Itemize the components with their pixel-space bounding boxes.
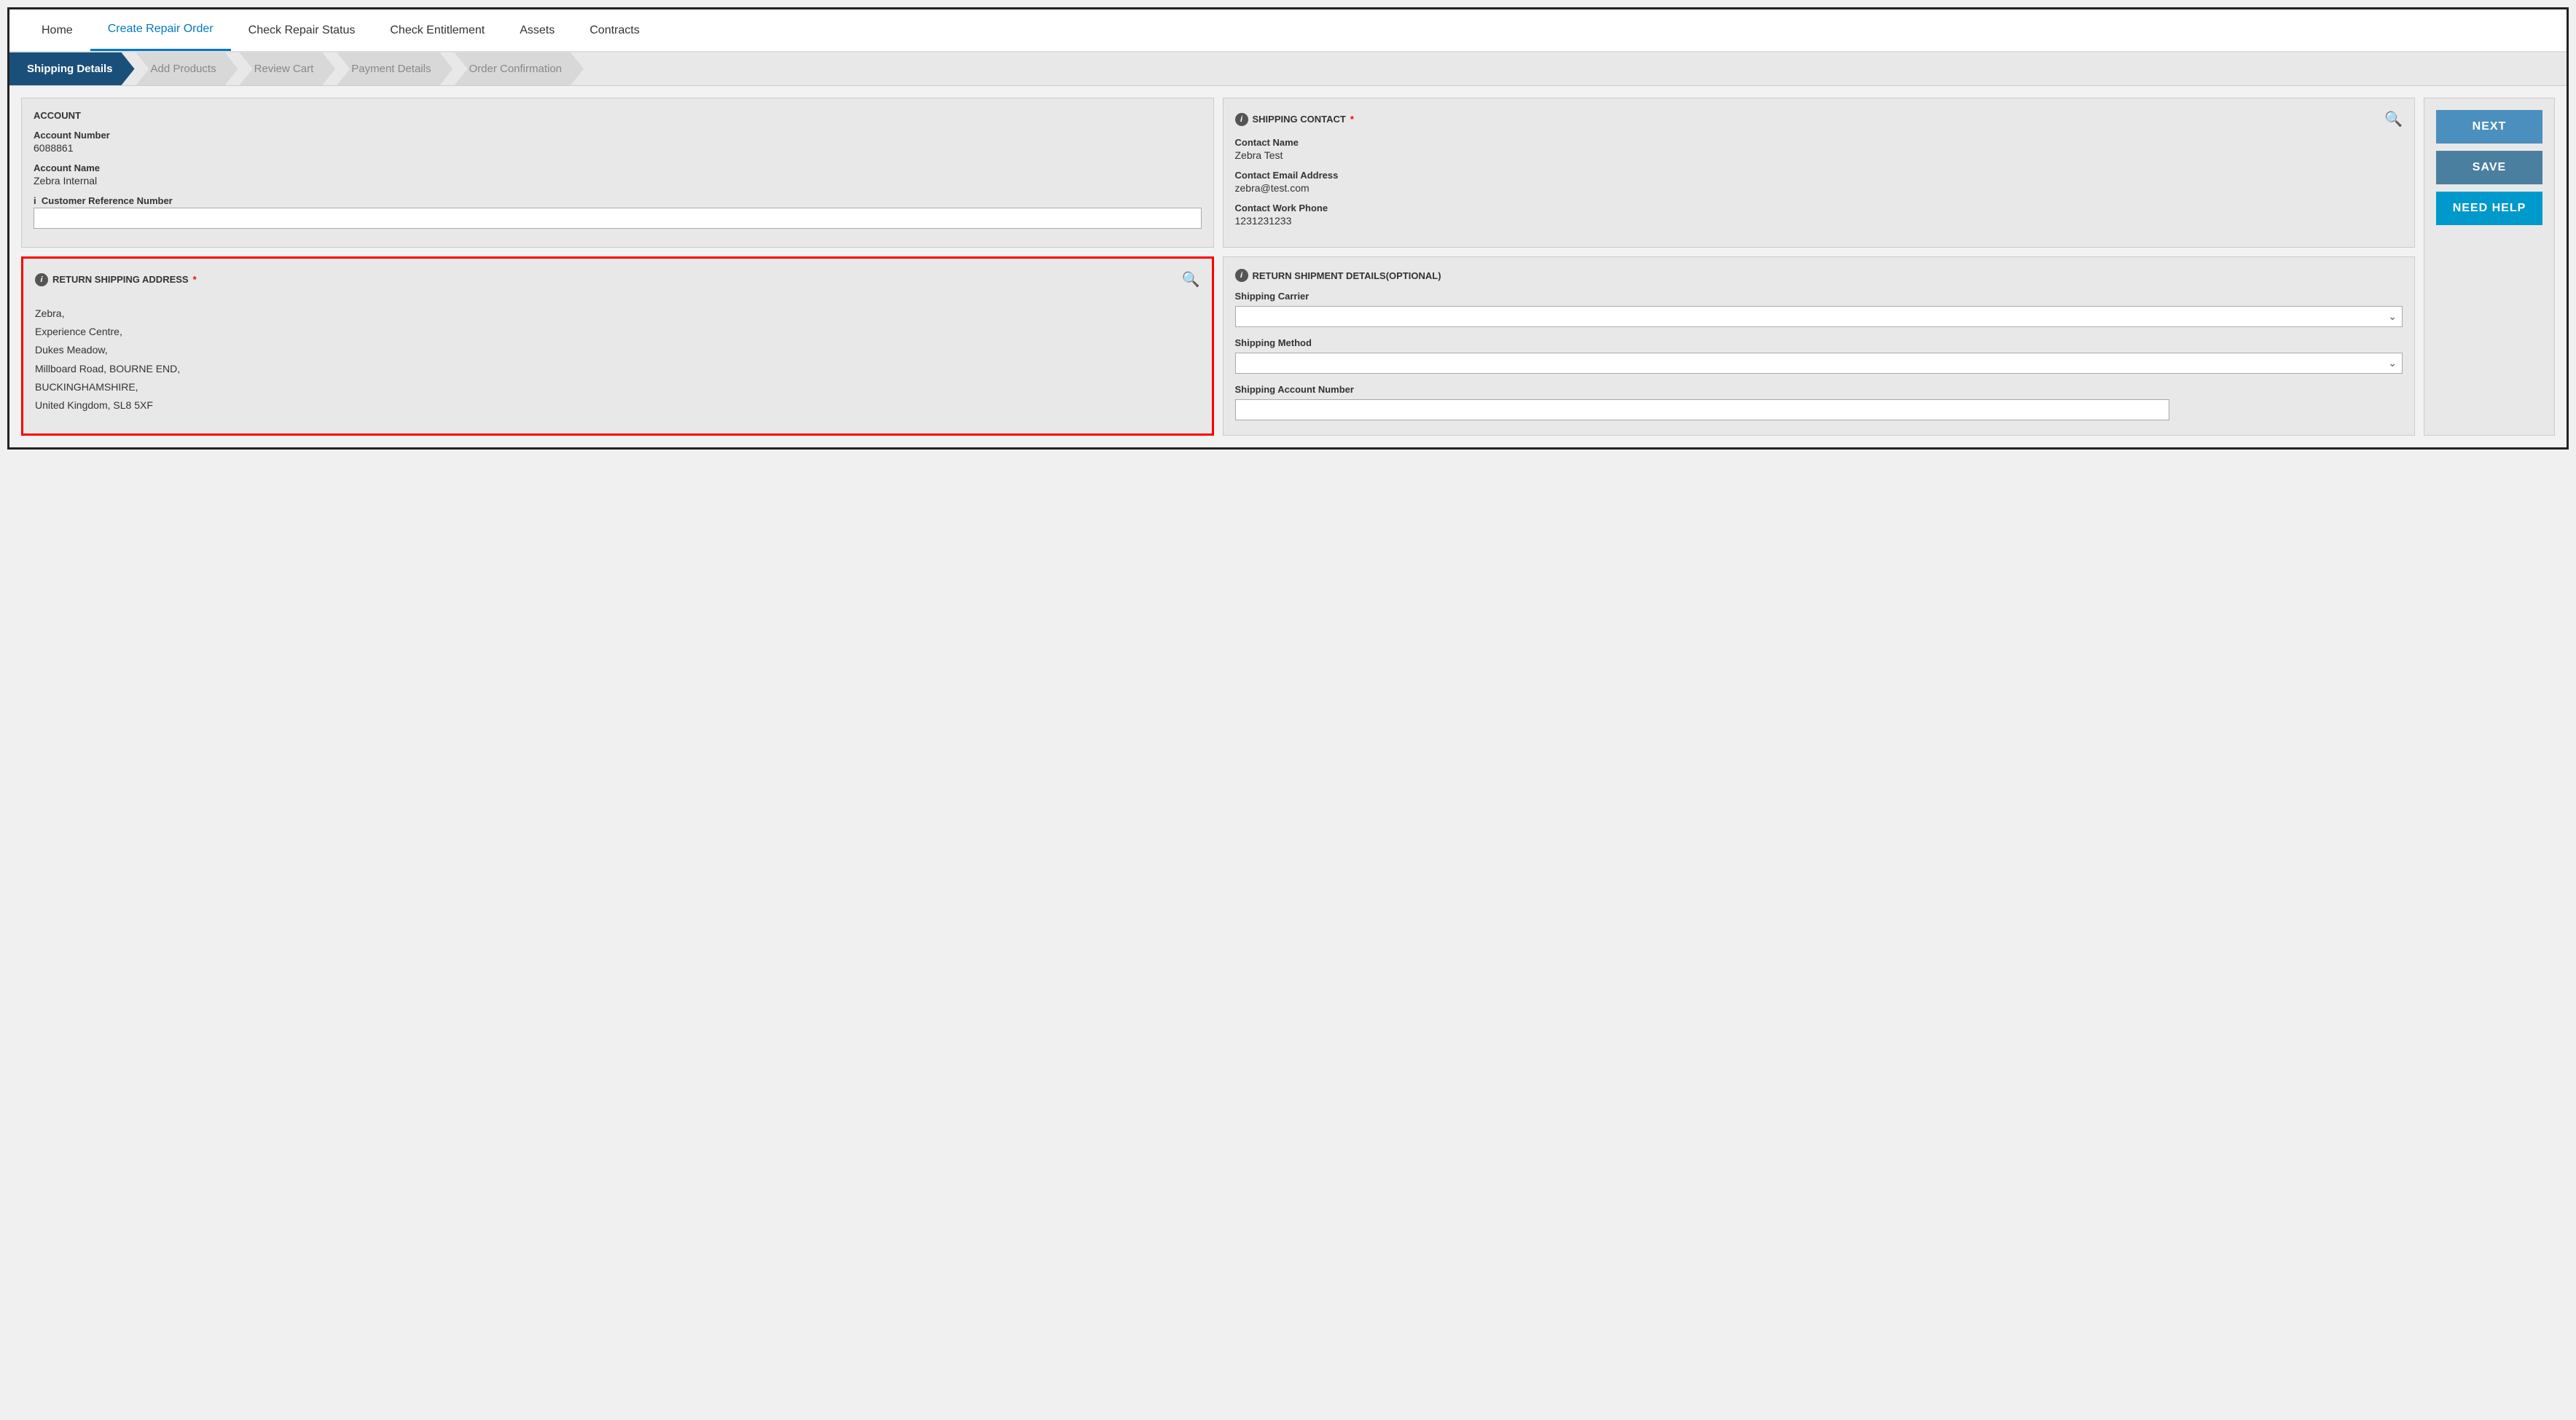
shipping-carrier-wrapper: ⌄ bbox=[1235, 306, 2403, 327]
info-icon-shipping: i bbox=[1235, 113, 1248, 126]
customer-ref-input[interactable] bbox=[34, 208, 1202, 229]
account-name-value: Zebra Internal bbox=[34, 175, 1202, 187]
nav-check-entitlement[interactable]: Check Entitlement bbox=[372, 11, 502, 50]
shipping-contact-card: i SHIPPING CONTACT * 🔍 Contact Name Zebr… bbox=[1223, 98, 2416, 248]
address-line-1: Zebra, bbox=[35, 307, 64, 319]
wizard-step-review-cart[interactable]: Review Cart bbox=[240, 52, 336, 85]
return-address-title: i RETURN SHIPPING ADDRESS * 🔍 bbox=[35, 270, 1200, 289]
account-name-label: Account Name bbox=[34, 162, 1202, 173]
address-line-3: Dukes Meadow, bbox=[35, 344, 108, 356]
carrier-label: Shipping Carrier bbox=[1235, 291, 2403, 302]
account-card-title: ACCOUNT bbox=[34, 110, 1202, 121]
address-line-2: Experience Centre, bbox=[35, 326, 122, 337]
shipping-method-select[interactable] bbox=[1235, 353, 2403, 374]
search-icon-contact[interactable]: 🔍 bbox=[2384, 110, 2403, 128]
contact-name-label: Contact Name bbox=[1235, 137, 2403, 148]
wizard-step-add-products[interactable]: Add Products bbox=[136, 52, 238, 85]
account-number-label: Account Number bbox=[34, 130, 1202, 141]
contact-phone-value: 1231231233 bbox=[1235, 215, 2403, 227]
info-icon: i bbox=[34, 195, 36, 206]
wizard-step-order-confirmation[interactable]: Order Confirmation bbox=[454, 52, 584, 85]
main-content: ACCOUNT Account Number 6088861 Account N… bbox=[9, 86, 2567, 447]
shipping-carrier-select[interactable] bbox=[1235, 306, 2403, 327]
address-line-6: United Kingdom, SL8 5XF bbox=[35, 399, 153, 411]
shipping-account-input[interactable] bbox=[1235, 399, 2169, 420]
nav-check-repair-status[interactable]: Check Repair Status bbox=[231, 11, 373, 50]
save-button[interactable]: SAVE bbox=[2436, 151, 2542, 184]
wizard-bar: Shipping Details Add Products Review Car… bbox=[9, 52, 2567, 86]
nav-assets[interactable]: Assets bbox=[502, 11, 572, 50]
return-shipment-title: i RETURN SHIPMENT DETAILS(OPTIONAL) bbox=[1235, 269, 2403, 282]
contact-name-value: Zebra Test bbox=[1235, 149, 2403, 161]
shipping-method-wrapper: ⌄ bbox=[1235, 353, 2403, 374]
contact-email-label: Contact Email Address bbox=[1235, 170, 2403, 181]
wizard-step-shipping-details[interactable]: Shipping Details bbox=[9, 52, 135, 85]
top-nav: Home Create Repair Order Check Repair St… bbox=[9, 9, 2567, 52]
return-address-card: i RETURN SHIPPING ADDRESS * 🔍 Zebra, Exp… bbox=[21, 256, 1214, 436]
return-shipment-card: i RETURN SHIPMENT DETAILS(OPTIONAL) Ship… bbox=[1223, 256, 2416, 436]
address-line-4: Millboard Road, BOURNE END, bbox=[35, 363, 180, 374]
need-help-button[interactable]: NEED HELP bbox=[2436, 192, 2542, 225]
shipping-contact-title: i SHIPPING CONTACT * 🔍 bbox=[1235, 110, 2403, 128]
nav-contracts[interactable]: Contracts bbox=[572, 11, 657, 50]
wizard-step-payment-details[interactable]: Payment Details bbox=[337, 52, 453, 85]
return-address-text: Zebra, Experience Centre, Dukes Meadow, … bbox=[35, 297, 1200, 422]
contact-email-value: zebra@test.com bbox=[1235, 182, 2403, 194]
address-line-5: BUCKINGHAMSHIRE, bbox=[35, 381, 138, 393]
customer-ref-label: i Customer Reference Number bbox=[34, 195, 1202, 206]
nav-create-repair-order[interactable]: Create Repair Order bbox=[90, 9, 231, 51]
content-grid: ACCOUNT Account Number 6088861 Account N… bbox=[21, 98, 2555, 436]
contact-phone-label: Contact Work Phone bbox=[1235, 203, 2403, 213]
method-label: Shipping Method bbox=[1235, 337, 2403, 348]
nav-home[interactable]: Home bbox=[24, 11, 90, 50]
info-icon-return: i bbox=[35, 273, 48, 286]
search-icon-address[interactable]: 🔍 bbox=[1182, 270, 1200, 289]
account-number-value: 6088861 bbox=[34, 142, 1202, 154]
shipping-account-label: Shipping Account Number bbox=[1235, 384, 2403, 395]
buttons-card: NEXT SAVE NEED HELP bbox=[2424, 98, 2555, 436]
account-card: ACCOUNT Account Number 6088861 Account N… bbox=[21, 98, 1214, 248]
next-button[interactable]: NEXT bbox=[2436, 110, 2542, 144]
info-icon-shipment: i bbox=[1235, 269, 1248, 282]
